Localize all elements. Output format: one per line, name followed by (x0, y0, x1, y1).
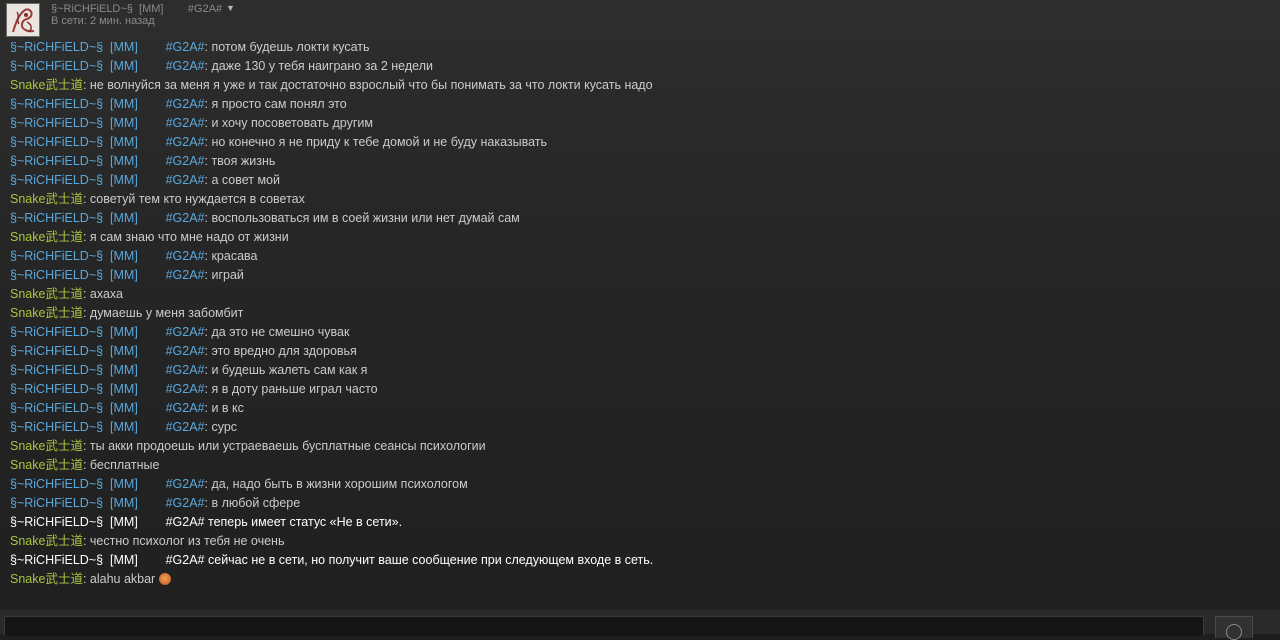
chat-message: §~RiCHFiELD~§ [MM] #G2A#: да, надо быть … (10, 475, 1280, 494)
message-sender[interactable]: §~RiCHFiELD~§ [MM] #G2A# (10, 477, 205, 491)
chat-message: §~RiCHFiELD~§ [MM] #G2A#: воспользоватьс… (10, 209, 1280, 228)
message-text: : в любой сфере (204, 496, 301, 510)
chat-message: §~RiCHFiELD~§ [MM] #G2A#: играй (10, 266, 1280, 285)
message-text: : и хочу посоветовать другим (204, 116, 373, 130)
chat-message: §~RiCHFiELD~§ [MM] #G2A#: я в доту раньш… (10, 380, 1280, 399)
chat-message: §~RiCHFiELD~§ [MM] #G2A#: красава (10, 247, 1280, 266)
friend-status: В сети: 2 мин. назад (51, 15, 155, 27)
message-sender[interactable]: §~RiCHFiELD~§ [MM] #G2A# (10, 325, 205, 339)
message-list: §~RiCHFiELD~§ [MM] #G2A#: потом будешь л… (10, 42, 1280, 589)
message-text: : потом будешь локти кусать (204, 42, 370, 54)
message-text: : и будешь жалеть сам как я (204, 363, 368, 377)
message-text: : я в доту раньше играл часто (204, 382, 378, 396)
emoticon-icon (1226, 624, 1242, 640)
chevron-down-icon[interactable]: ▼ (226, 3, 235, 13)
chat-message: Snake武士道: не волнуйся за меня я уже и та… (10, 76, 1280, 95)
chat-message: Snake武士道: советуй тем кто нуждается в со… (10, 190, 1280, 209)
message-sender[interactable]: §~RiCHFiELD~§ [MM] #G2A# (10, 420, 205, 434)
message-sender[interactable]: §~RiCHFiELD~§ [MM] #G2A# (10, 382, 205, 396)
message-text: : а совет мой (204, 173, 280, 187)
chat-message: §~RiCHFiELD~§ [MM] #G2A#: даже 130 у теб… (10, 57, 1280, 76)
message-sender[interactable]: §~RiCHFiELD~§ [MM] #G2A# (10, 97, 205, 111)
message-sender[interactable]: §~RiCHFiELD~§ [MM] #G2A# (10, 154, 205, 168)
message-sender[interactable]: §~RiCHFiELD~§ [MM] #G2A# (10, 59, 205, 73)
message-text: : воспользоваться им в соей жизни или не… (204, 211, 520, 225)
chat-message: Snake武士道: думаешь у меня забомбит (10, 304, 1280, 323)
message-sender[interactable]: Snake武士道 (10, 572, 83, 586)
message-sender[interactable]: Snake武士道 (10, 534, 83, 548)
emoticon-button[interactable] (1215, 616, 1253, 640)
chat-message: §~RiCHFiELD~§ [MM] #G2A#: но конечно я н… (10, 133, 1280, 152)
chat-message: §~RiCHFiELD~§ [MM] #G2A#: и хочу посовет… (10, 114, 1280, 133)
chat-message: §~RiCHFiELD~§ [MM] #G2A#: твоя жизнь (10, 152, 1280, 171)
chat-message: Snake武士道: ахаха (10, 285, 1280, 304)
chat-message: §~RiCHFiELD~§ [MM] #G2A#: я просто сам п… (10, 95, 1280, 114)
message-sender[interactable]: Snake武士道 (10, 78, 83, 92)
chat-message: Snake武士道: я сам знаю что мне надо от жиз… (10, 228, 1280, 247)
message-text: : да это не смешно чувак (204, 325, 350, 339)
chat-message: Snake武士道: бесплатные (10, 456, 1280, 475)
message-text: : честно психолог из тебя не очень (82, 534, 285, 548)
message-sender[interactable]: Snake武士道 (10, 230, 83, 244)
chat-message: §~RiCHFiELD~§ [MM] #G2A#: потом будешь л… (10, 42, 1280, 57)
message-sender[interactable]: §~RiCHFiELD~§ [MM] #G2A# (10, 42, 205, 54)
message-text: : ты акки продоешь или устраеваешь буспл… (82, 439, 486, 453)
chat-log[interactable]: §~RiCHFiELD~§ [MM] #G2A#: потом будешь л… (0, 42, 1280, 610)
message-input[interactable] (4, 616, 1204, 636)
message-sender[interactable]: §~RiCHFiELD~§ [MM] #G2A# (10, 553, 205, 567)
message-text: : это вредно для здоровья (204, 344, 357, 358)
message-sender[interactable]: §~RiCHFiELD~§ [MM] #G2A# (10, 344, 205, 358)
message-text: : alahu akbar (82, 572, 156, 586)
message-text: : ахаха (82, 287, 123, 301)
system-message: §~RiCHFiELD~§ [MM] #G2A# теперь имеет ст… (10, 513, 1280, 532)
message-sender[interactable]: Snake武士道 (10, 287, 83, 301)
message-text: : красава (204, 249, 258, 263)
chat-message: §~RiCHFiELD~§ [MM] #G2A#: да это не смеш… (10, 323, 1280, 342)
message-text: : играй (204, 268, 244, 282)
message-text: : и в кс (204, 401, 244, 415)
message-text: : думаешь у меня забомбит (82, 306, 244, 320)
message-sender[interactable]: §~RiCHFiELD~§ [MM] #G2A# (10, 116, 205, 130)
message-sender[interactable]: §~RiCHFiELD~§ [MM] #G2A# (10, 496, 205, 510)
chat-header: §~RiCHFiELD~§ [MM] #G2A# ▼ В сети: 2 мин… (0, 0, 1280, 42)
chat-message: §~RiCHFiELD~§ [MM] #G2A#: это вредно для… (10, 342, 1280, 361)
message-sender[interactable]: Snake武士道 (10, 458, 83, 472)
message-text: теперь имеет статус «Не в сети». (204, 515, 403, 529)
laughing-emoticon-icon (159, 573, 172, 585)
message-sender[interactable]: §~RiCHFiELD~§ [MM] #G2A# (10, 211, 205, 225)
message-text: : я просто сам понял это (204, 97, 347, 111)
message-sender[interactable]: Snake武士道 (10, 306, 83, 320)
message-sender[interactable]: §~RiCHFiELD~§ [MM] #G2A# (10, 173, 205, 187)
message-sender[interactable]: Snake武士道 (10, 439, 83, 453)
message-text: : да, надо быть в жизни хорошим психолог… (204, 477, 468, 491)
message-sender[interactable]: §~RiCHFiELD~§ [MM] #G2A# (10, 249, 205, 263)
chat-message: §~RiCHFiELD~§ [MM] #G2A#: и будешь жалет… (10, 361, 1280, 380)
composer (0, 610, 1280, 640)
chat-message: §~RiCHFiELD~§ [MM] #G2A#: а совет мой (10, 171, 1280, 190)
message-text: : сурс (204, 420, 238, 434)
message-text: сейчас не в сети, но получит ваше сообще… (204, 553, 654, 567)
message-sender[interactable]: §~RiCHFiELD~§ [MM] #G2A# (10, 268, 205, 282)
message-text: : бесплатные (82, 458, 160, 472)
message-text: : даже 130 у тебя наиграно за 2 недели (204, 59, 433, 73)
chat-message: §~RiCHFiELD~§ [MM] #G2A#: в любой сфере (10, 494, 1280, 513)
message-text: : советуй тем кто нуждается в советах (82, 192, 305, 206)
system-message: §~RiCHFiELD~§ [MM] #G2A# сейчас не в сет… (10, 551, 1280, 570)
message-sender[interactable]: §~RiCHFiELD~§ [MM] #G2A# (10, 515, 205, 529)
message-sender[interactable]: §~RiCHFiELD~§ [MM] #G2A# (10, 401, 205, 415)
friend-avatar[interactable] (6, 3, 40, 37)
chat-message: Snake武士道: честно психолог из тебя не оче… (10, 532, 1280, 551)
chat-message: §~RiCHFiELD~§ [MM] #G2A#: и в кс (10, 399, 1280, 418)
message-text: : но конечно я не приду к тебе домой и н… (204, 135, 548, 149)
message-text: : я сам знаю что мне надо от жизни (82, 230, 289, 244)
chat-message: §~RiCHFiELD~§ [MM] #G2A#: сурс (10, 418, 1280, 437)
chat-message: Snake武士道: alahu akbar (10, 570, 1280, 589)
message-text: : твоя жизнь (204, 154, 276, 168)
message-sender[interactable]: Snake武士道 (10, 192, 83, 206)
message-text: : не волнуйся за меня я уже и так достат… (82, 78, 653, 92)
message-sender[interactable]: §~RiCHFiELD~§ [MM] #G2A# (10, 135, 205, 149)
message-sender[interactable]: §~RiCHFiELD~§ [MM] #G2A# (10, 363, 205, 377)
chat-message: Snake武士道: ты акки продоешь или устраевае… (10, 437, 1280, 456)
friend-name: §~RiCHFiELD~§ [MM] #G2A# (51, 3, 223, 15)
